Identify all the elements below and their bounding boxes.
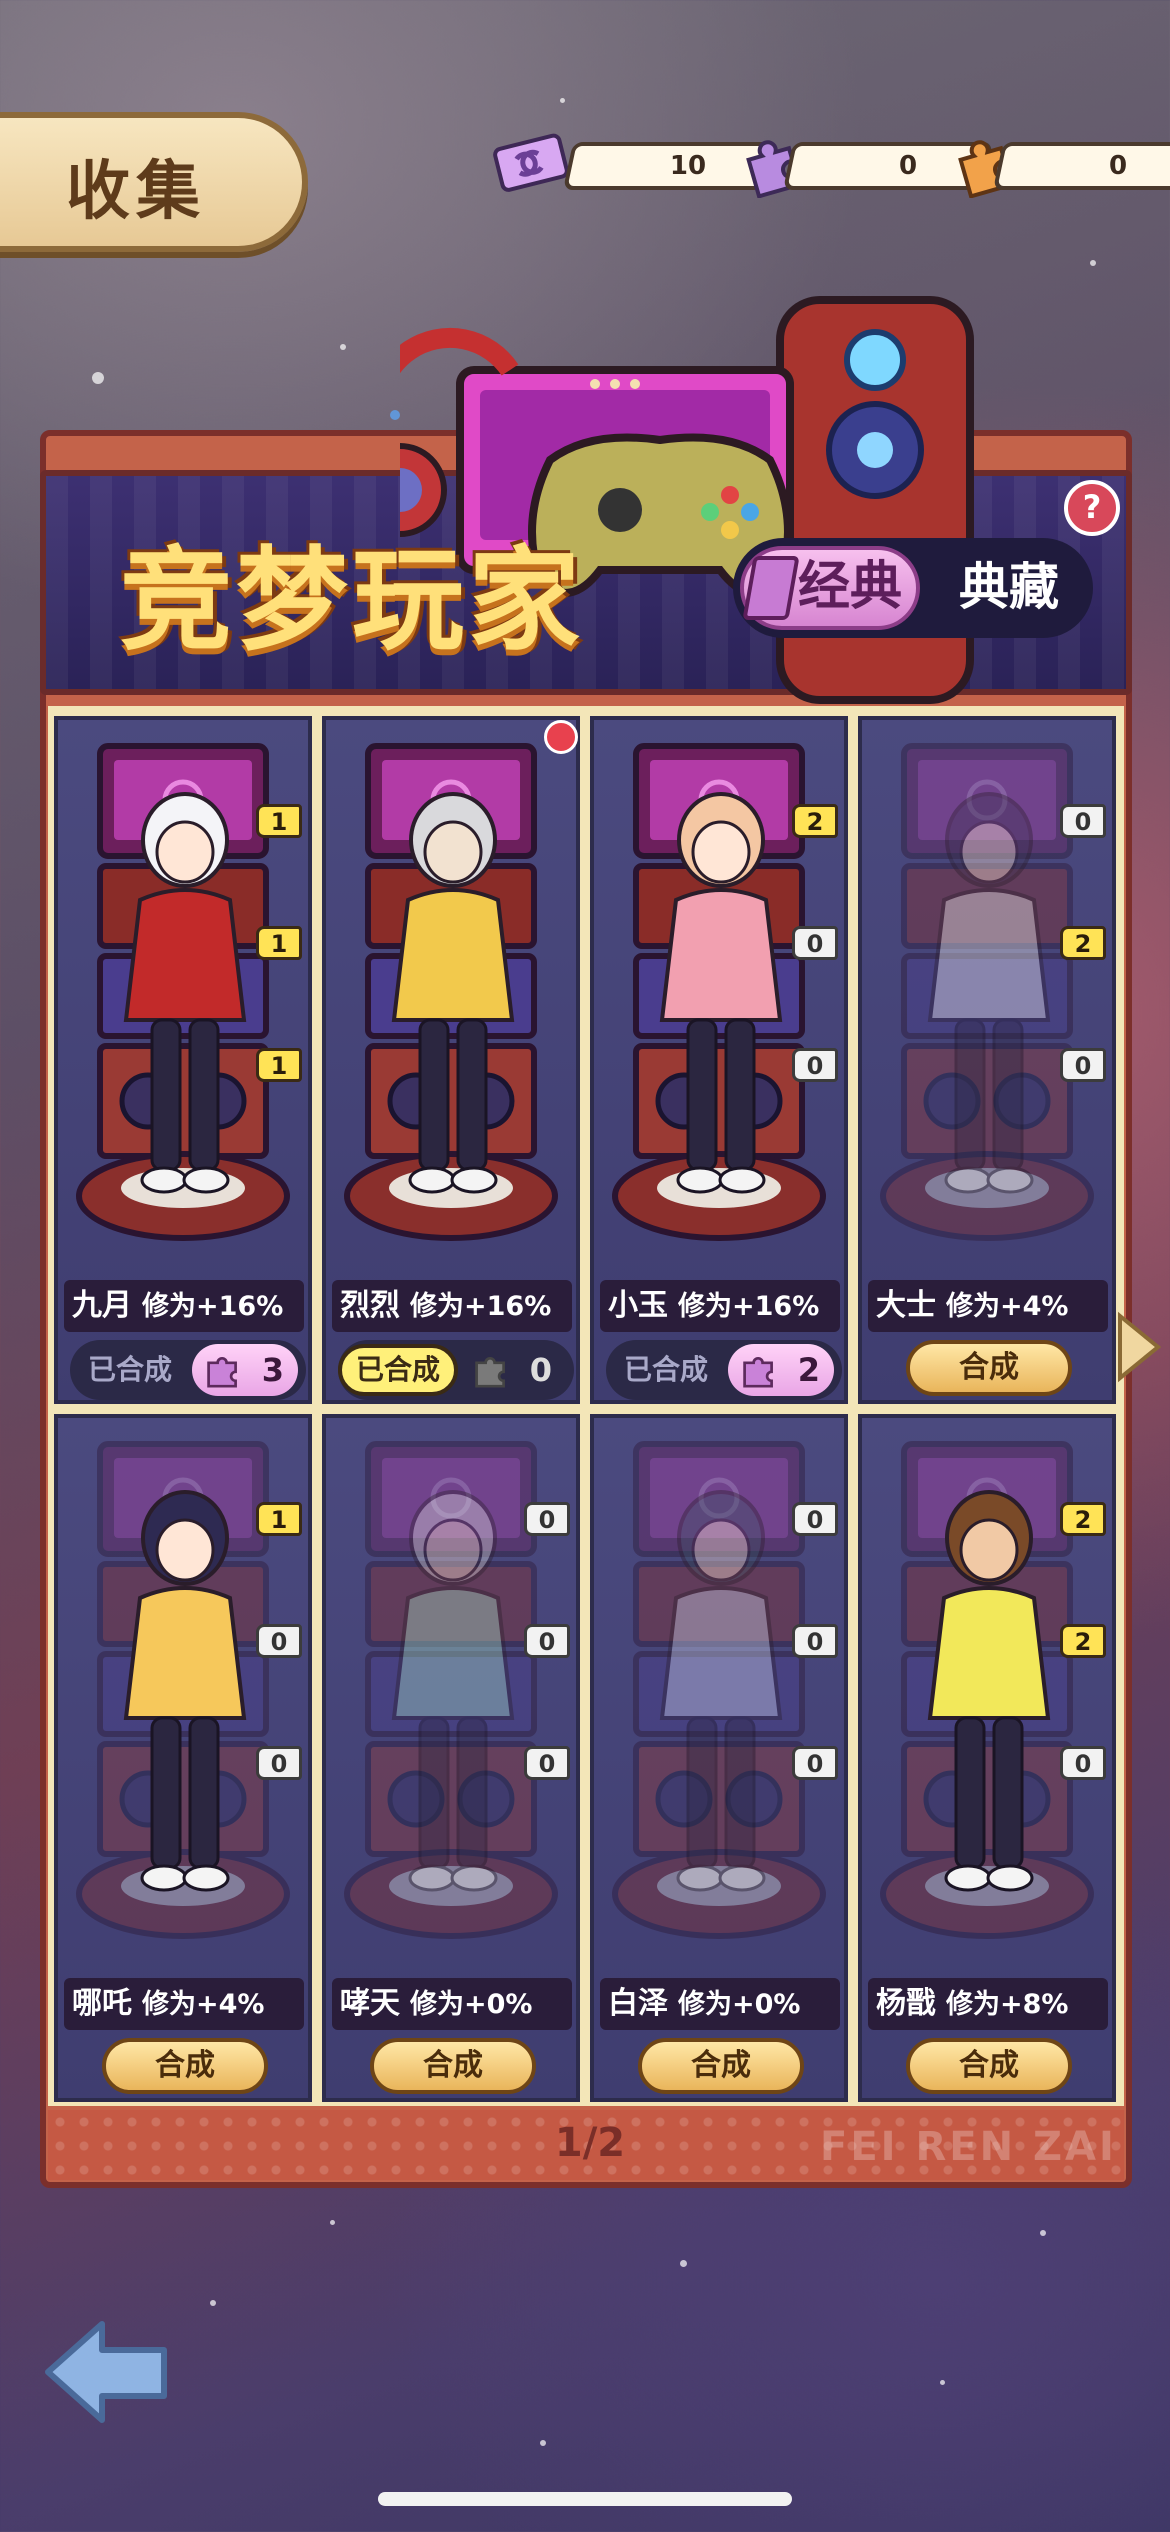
synthesized-label: 已合成 <box>87 1353 172 1386</box>
fragment-count-badge: 0 <box>1060 1048 1106 1082</box>
fragment-count-badge: 0 <box>792 1502 838 1536</box>
cultivation-bonus: 修为+8% <box>946 1989 1069 2020</box>
cultivation-bonus: 修为+4% <box>946 1291 1069 1322</box>
character-name: 小玉 <box>608 1288 668 1323</box>
character-name: 大士 <box>876 1288 936 1323</box>
fragment-count-badge: 0 <box>524 1746 570 1780</box>
puzzle-piece-icon <box>475 1356 505 1388</box>
character-figure-illustration <box>123 1490 247 1892</box>
compose-button[interactable]: 合成 <box>370 2038 536 2094</box>
fragment-count: 3 <box>261 1351 284 1389</box>
character-name-bar: 白泽 修为+0% <box>600 1978 840 2030</box>
character-name: 哪吒 <box>72 1986 132 2021</box>
fragment-count-badge: 0 <box>792 1746 838 1780</box>
fragment-pill: 0 <box>460 1344 566 1396</box>
page-title: 收集 <box>66 155 206 229</box>
fragment-count-badge: 1 <box>256 804 302 838</box>
compose-button[interactable]: 合成 <box>102 2038 268 2094</box>
compose-button[interactable]: 合成 <box>906 1340 1072 1396</box>
cultivation-bonus: 修为+16% <box>678 1291 820 1322</box>
character-figure-illustration <box>927 792 1051 1194</box>
fragment-count-badge: 0 <box>256 1624 302 1658</box>
character-name-bar: 杨戬 修为+8% <box>868 1978 1108 2030</box>
fragment-count: 2 <box>797 1351 820 1389</box>
character-figure-illustration <box>391 1490 515 1892</box>
cultivation-bonus: 修为+16% <box>410 1291 552 1322</box>
character-name: 烈烈 <box>340 1288 400 1323</box>
fragment-count-badge: 0 <box>524 1502 570 1536</box>
help-button[interactable]: ? <box>1064 480 1120 536</box>
character-figure-illustration <box>391 792 515 1194</box>
fragment-pill: 3 <box>192 1344 298 1396</box>
home-indicator[interactable] <box>378 2492 792 2506</box>
character-card-6[interactable]: 0 0 0 哮天 修为+0% 合成 <box>322 1414 580 2102</box>
puzzle-piece-icon <box>743 1356 773 1388</box>
fragment-count-badge: 1 <box>256 926 302 960</box>
banner-title: 竞梦玩家 <box>120 536 584 666</box>
character-figure-illustration <box>659 792 783 1194</box>
puzzle-piece-icon <box>207 1356 237 1388</box>
compose-button[interactable]: 合成 <box>906 2038 1072 2094</box>
character-card-2[interactable]: 烈烈 修为+16% 已合成 0 <box>322 716 580 1404</box>
synthesized-label[interactable]: 已合成 <box>338 1344 458 1396</box>
fragment-count-badge: 0 <box>256 1746 302 1780</box>
fragment-count-badge: 1 <box>256 1048 302 1082</box>
character-figure-illustration <box>927 1490 1051 1892</box>
fragment-count-badge: 0 <box>792 926 838 960</box>
character-name: 哮天 <box>340 1986 400 2021</box>
fragment-count: 0 <box>529 1351 552 1389</box>
character-card-1[interactable]: 1 1 1 九月 修为+16% 已合成 3 <box>54 716 312 1404</box>
cultivation-bonus: 修为+0% <box>410 1989 533 2020</box>
synthesized-label: 已合成 <box>623 1353 708 1386</box>
character-name-bar: 大士 修为+4% <box>868 1280 1108 1332</box>
tab-collection[interactable]: 典藏 <box>944 552 1074 622</box>
fragment-count-badge: 2 <box>792 804 838 838</box>
fragment-count-badge: 2 <box>1060 1624 1106 1658</box>
ticket-icon <box>493 133 569 192</box>
character-name-bar: 哪吒 修为+4% <box>64 1978 304 2030</box>
character-figure-illustration <box>659 1490 783 1892</box>
character-card-8[interactable]: 2 2 0 杨戬 修为+8% 合成 <box>858 1414 1116 2102</box>
character-name: 九月 <box>72 1288 132 1323</box>
fragment-count-badge: 0 <box>792 1048 838 1082</box>
fragment-count-badge: 2 <box>1060 1502 1106 1536</box>
character-card-3[interactable]: 2 0 0 小玉 修为+16% 已合成 2 <box>590 716 848 1404</box>
cultivation-bonus: 修为+16% <box>142 1291 284 1322</box>
next-page-arrow-icon[interactable] <box>1114 1310 1164 1384</box>
back-arrow-icon[interactable] <box>38 2310 178 2434</box>
character-name: 杨戬 <box>876 1986 936 2021</box>
fragment-count-badge: 0 <box>1060 1746 1106 1780</box>
character-name-bar: 九月 修为+16% <box>64 1280 304 1332</box>
collection-title-tab: 收集 <box>0 112 308 252</box>
fragment-count-badge: 0 <box>1060 804 1106 838</box>
character-name: 白泽 <box>608 1986 668 2021</box>
cultivation-bonus: 修为+0% <box>678 1989 801 2020</box>
character-card-7[interactable]: 0 0 0 白泽 修为+0% 合成 <box>590 1414 848 2102</box>
compose-button[interactable]: 合成 <box>638 2038 804 2094</box>
character-name-bar: 烈烈 修为+16% <box>332 1280 572 1332</box>
notification-dot <box>544 720 578 754</box>
character-figure-illustration <box>123 792 247 1194</box>
character-card-4[interactable]: 0 2 0 大士 修为+4% 合成 <box>858 716 1116 1404</box>
footer-brand-text: FEI REN ZAI <box>820 2124 1117 2170</box>
orange-fragment-counter: 0 <box>992 142 1170 190</box>
fragment-pill: 2 <box>728 1344 834 1396</box>
fragment-count-badge: 2 <box>1060 926 1106 960</box>
character-name-bar: 小玉 修为+16% <box>600 1280 840 1332</box>
fragment-count-badge: 1 <box>256 1502 302 1536</box>
character-name-bar: 哮天 修为+0% <box>332 1978 572 2030</box>
page-indicator: 1/2 <box>554 2120 626 2166</box>
fragment-count-badge: 0 <box>524 1624 570 1658</box>
cultivation-bonus: 修为+4% <box>142 1989 265 2020</box>
fragment-count-badge: 0 <box>792 1624 838 1658</box>
character-card-5[interactable]: 1 0 0 哪吒 修为+4% 合成 <box>54 1414 312 2102</box>
